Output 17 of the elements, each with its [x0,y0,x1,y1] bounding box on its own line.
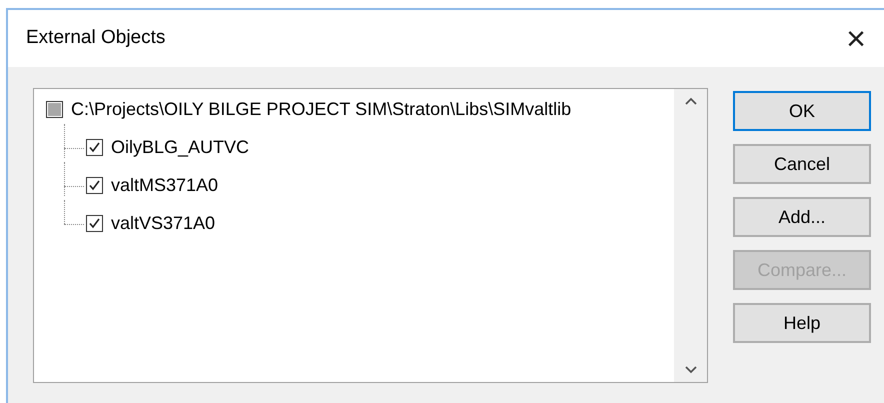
tree-item[interactable]: OilyBLG_AUTVC [111,134,250,161]
window-title: External Objects [26,26,166,50]
dialog-button[interactable]: OK [733,91,871,131]
checkbox[interactable] [86,215,103,232]
tree-item[interactable]: C:\Projects\OILY BILGE PROJECT SIM\Straton\Libs\SIMvaltlib [71,96,572,123]
scroll-up-icon[interactable] [684,97,696,105]
close-button[interactable]: × [840,22,872,56]
tree-item[interactable]: valtVS371A0 [111,210,216,237]
checkbox[interactable] [86,177,103,194]
dialog-button[interactable]: Help [733,303,871,343]
dialog-button[interactable]: Add... [733,197,871,237]
dialog-button[interactable]: Cancel [733,144,871,184]
scroll-down-icon[interactable] [684,366,696,374]
tree-item[interactable]: valtMS371A0 [111,172,218,199]
checkbox[interactable] [86,139,103,156]
checkbox[interactable] [46,101,63,118]
scrollbar[interactable] [674,89,707,382]
